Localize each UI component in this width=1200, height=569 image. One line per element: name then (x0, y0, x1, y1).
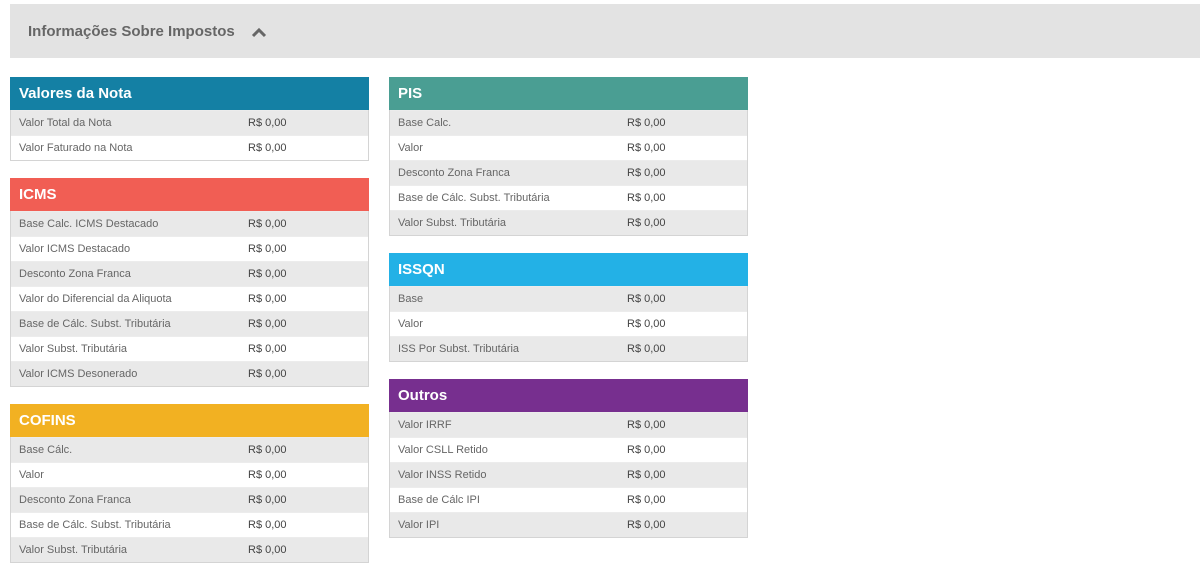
tax-row: Base Calc. ICMS Destacado R$ 0,00 (11, 211, 368, 236)
tax-row-value: R$ 0,00 (248, 544, 287, 556)
panel-title: Valores da Nota (10, 77, 369, 110)
tax-row-value: R$ 0,00 (627, 343, 666, 355)
tax-row-label: Valor Faturado na Nota (19, 142, 133, 154)
tax-row-value: R$ 0,00 (627, 217, 666, 229)
tax-row-label: Valor ICMS Desonerado (19, 368, 138, 380)
panel-icms: ICMS Base Calc. ICMS Destacado R$ 0,00 Val… (10, 178, 369, 387)
tax-row: Valor IPI R$ 0,00 (390, 512, 747, 537)
tax-row-value: R$ 0,00 (248, 293, 287, 305)
tax-row-label: Base Calc. ICMS Destacado (19, 218, 159, 230)
panel-issqn: ISSQN Base R$ 0,00 Valor R$ 0,00 ISS Por Sub… (389, 253, 748, 362)
tax-row-label: Base de Cálc IPI (398, 494, 480, 506)
tax-row-value: R$ 0,00 (627, 318, 666, 330)
tax-row: Base Cálc. R$ 0,00 (11, 437, 368, 462)
panel-title: ICMS (10, 178, 369, 211)
tax-row-value: R$ 0,00 (248, 494, 287, 506)
panel-title: Outros (389, 379, 748, 412)
tax-row: Valor ICMS Desonerado R$ 0,00 (11, 361, 368, 386)
tax-row: Desconto Zona Franca R$ 0,00 (11, 261, 368, 286)
tax-row-label: Base de Cálc. Subst. Tributária (19, 318, 171, 330)
tax-row-label: Valor do Diferencial da Aliquota (19, 293, 172, 305)
tax-row-label: Valor INSS Retido (398, 469, 487, 481)
tax-row-value: R$ 0,00 (248, 268, 287, 280)
tax-row: Valor Subst. Tributária R$ 0,00 (390, 210, 747, 235)
tax-row-label: Valor IPI (398, 519, 440, 531)
tax-row: Valor R$ 0,00 (390, 135, 747, 160)
panel-title: COFINS (10, 404, 369, 437)
tax-row-label: Valor CSLL Retido (398, 444, 488, 456)
panel-valores-da-nota: Valores da Nota Valor Total da Nota R$ 0,… (10, 77, 369, 161)
tax-row: Base de Cálc IPI R$ 0,00 (390, 487, 747, 512)
tax-row: Base R$ 0,00 (390, 286, 747, 311)
tax-row-value: R$ 0,00 (248, 444, 287, 456)
panel-cofins: COFINS Base Cálc. R$ 0,00 Valor R$ 0,00 Desc… (10, 404, 369, 563)
panel-outros: Outros Valor IRRF R$ 0,00 Valor CSLL Retid… (389, 379, 748, 538)
tax-row-value: R$ 0,00 (248, 117, 287, 129)
tax-row-label: Base Calc. (398, 117, 452, 129)
tax-row-value: R$ 0,00 (627, 293, 666, 305)
tax-row-value: R$ 0,00 (248, 469, 287, 481)
tax-row: Valor IRRF R$ 0,00 (390, 412, 747, 437)
tax-row: Valor R$ 0,00 (11, 462, 368, 487)
panel-title: PIS (389, 77, 748, 110)
tax-row-label: Desconto Zona Franca (19, 268, 131, 280)
tax-row-value: R$ 0,00 (627, 117, 666, 129)
tax-row: ISS Por Subst. Tributária R$ 0,00 (390, 336, 747, 361)
tax-row: Base de Cálc. Subst. Tributária R$ 0,00 (390, 185, 747, 210)
tax-row-label: Base de Cálc. Subst. Tributária (398, 192, 550, 204)
tax-row: Valor ICMS Destacado R$ 0,00 (11, 236, 368, 261)
tax-row-label: Valor (398, 318, 423, 330)
tax-row-label: Desconto Zona Franca (19, 494, 131, 506)
tax-row-label: Valor (398, 142, 423, 154)
tax-row: Valor Subst. Tributária R$ 0,00 (11, 537, 368, 562)
tax-row: Valor do Diferencial da Aliquota R$ 0,00 (11, 286, 368, 311)
tax-row-value: R$ 0,00 (627, 142, 666, 154)
panel-title: ISSQN (389, 253, 748, 286)
tax-row: Valor Subst. Tributária R$ 0,00 (11, 336, 368, 361)
tax-row: Valor Total da Nota R$ 0,00 (11, 110, 368, 135)
tax-row-value: R$ 0,00 (248, 318, 287, 330)
tax-row-label: Valor (19, 469, 44, 481)
tax-row-label: Desconto Zona Franca (398, 167, 510, 179)
tax-row-label: Valor Subst. Tributária (398, 217, 507, 229)
tax-row-value: R$ 0,00 (627, 519, 666, 531)
tax-row-label: Valor ICMS Destacado (19, 243, 131, 255)
tax-row-value: R$ 0,00 (248, 142, 287, 154)
tax-row-value: R$ 0,00 (248, 519, 287, 531)
tax-row-label: Valor Subst. Tributária (19, 544, 128, 556)
tax-row-value: R$ 0,00 (248, 218, 287, 230)
tax-row-value: R$ 0,00 (627, 469, 666, 481)
tax-row-value: R$ 0,00 (627, 167, 666, 179)
tax-row: Valor R$ 0,00 (390, 311, 747, 336)
tax-info-section-header[interactable]: Informações Sobre Impostos (10, 4, 1200, 58)
tax-row-value: R$ 0,00 (627, 192, 666, 204)
tax-row: Base Calc. R$ 0,00 (390, 110, 747, 135)
tax-row: Valor Faturado na Nota R$ 0,00 (11, 135, 368, 160)
tax-row: Valor INSS Retido R$ 0,00 (390, 462, 747, 487)
section-title: Informações Sobre Impostos (28, 22, 235, 40)
tax-row-value: R$ 0,00 (627, 444, 666, 456)
tax-row-label: Valor Total da Nota (19, 117, 112, 129)
chevron-up-icon[interactable] (251, 25, 267, 38)
tax-row: Base de Cálc. Subst. Tributária R$ 0,00 (11, 311, 368, 336)
tax-row: Base de Cálc. Subst. Tributária R$ 0,00 (11, 512, 368, 537)
tax-row: Desconto Zona Franca R$ 0,00 (11, 487, 368, 512)
tax-row-value: R$ 0,00 (627, 419, 666, 431)
panel-pis: PIS Base Calc. R$ 0,00 Valor R$ 0,00 Descont… (389, 77, 748, 236)
tax-row-value: R$ 0,00 (248, 343, 287, 355)
tax-row-label: Valor IRRF (398, 419, 452, 431)
tax-row-value: R$ 0,00 (248, 243, 287, 255)
tax-row-label: Base (398, 293, 424, 305)
tax-row-label: Base de Cálc. Subst. Tributária (19, 519, 171, 531)
tax-row-value: R$ 0,00 (627, 494, 666, 506)
tax-row-label: ISS Por Subst. Tributária (398, 343, 520, 355)
tax-row-label: Base Cálc. (19, 444, 73, 456)
tax-row: Desconto Zona Franca R$ 0,00 (390, 160, 747, 185)
tax-row-label: Valor Subst. Tributária (19, 343, 128, 355)
tax-row: Valor CSLL Retido R$ 0,00 (390, 437, 747, 462)
tax-row-value: R$ 0,00 (248, 368, 287, 380)
